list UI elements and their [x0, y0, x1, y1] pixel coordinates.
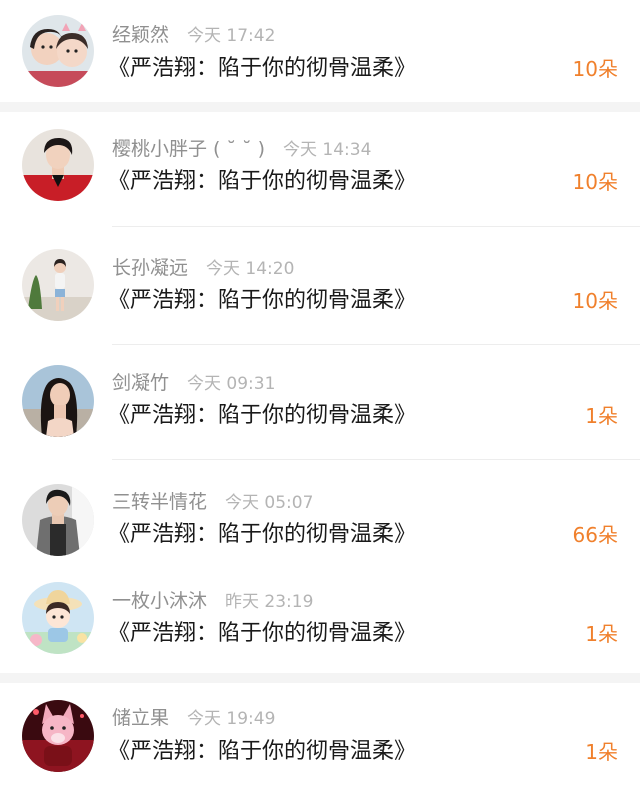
list-item[interactable]: 樱桃小胖子 ( ˘ ˘ ) 今天 14:34 《严浩翔：陷于你的彻骨温柔》 10朵 [0, 112, 640, 227]
sender-name[interactable]: 储立果 [112, 707, 169, 729]
list-item[interactable]: 长孙凝远 今天 14:20 《严浩翔：陷于你的彻骨温柔》 10朵 [0, 227, 640, 345]
girl-full-body-avatar-icon [22, 249, 94, 321]
sent-time: 昨天 23:19 [225, 592, 314, 612]
work-title[interactable]: 《严浩翔：陷于你的彻骨温柔》 [108, 52, 416, 86]
avatar[interactable] [22, 129, 94, 201]
sent-time: 今天 14:20 [206, 259, 295, 279]
sender-meta: 长孙凝远 今天 14:20 [112, 253, 294, 283]
sender-meta: 剑凝竹 今天 09:31 [112, 368, 275, 398]
work-title[interactable]: 《严浩翔：陷于你的彻骨温柔》 [108, 518, 416, 552]
list-item[interactable]: 一枚小沐沐 昨天 23:19 《严浩翔：陷于你的彻骨温柔》 1朵 [0, 570, 640, 673]
sender-meta: 储立果 今天 19:49 [112, 703, 275, 733]
flower-count: 10朵 [572, 289, 618, 313]
girl-long-hair-avatar-icon [22, 365, 94, 437]
flower-count: 66朵 [572, 523, 618, 547]
flower-count: 1朵 [585, 740, 618, 764]
avatar[interactable] [22, 365, 94, 437]
boy-red-shirt-avatar-icon [22, 129, 94, 201]
sender-name[interactable]: 一枚小沐沐 [112, 590, 207, 612]
boy-coat-avatar-icon [22, 484, 94, 556]
avatar[interactable] [22, 249, 94, 321]
list-item[interactable]: 剑凝竹 今天 09:31 《严浩翔：陷于你的彻骨温柔》 1朵 [0, 345, 640, 460]
flower-count: 10朵 [572, 170, 618, 194]
list-item[interactable]: 三转半情花 今天 05:07 《严浩翔：陷于你的彻骨温柔》 66朵 [0, 460, 640, 570]
two-girls-selfie-avatar-icon [22, 15, 94, 87]
cartoon-girl-hat-avatar-icon [22, 582, 94, 654]
avatar[interactable] [22, 700, 94, 772]
work-title[interactable]: 《严浩翔：陷于你的彻骨温柔》 [108, 284, 416, 318]
work-title[interactable]: 《严浩翔：陷于你的彻骨温柔》 [108, 165, 416, 199]
avatar[interactable] [22, 582, 94, 654]
list-item[interactable]: 储立果 今天 19:49 《严浩翔：陷于你的彻骨温柔》 1朵 [0, 683, 640, 788]
sender-name[interactable]: 樱桃小胖子 ( ˘ ˘ ) [112, 138, 265, 160]
work-title[interactable]: 《严浩翔：陷于你的彻骨温柔》 [108, 399, 416, 433]
sender-meta: 樱桃小胖子 ( ˘ ˘ ) 今天 14:34 [112, 134, 371, 164]
sender-name[interactable]: 经颖然 [112, 24, 169, 46]
flower-count: 10朵 [572, 57, 618, 81]
list-item[interactable]: 经颖然 今天 17:42 《严浩翔：陷于你的彻骨温柔》 10朵 [0, 0, 640, 102]
avatar[interactable] [22, 15, 94, 87]
sender-name[interactable]: 三转半情花 [112, 491, 207, 513]
sender-meta: 经颖然 今天 17:42 [112, 20, 275, 50]
sent-time: 今天 19:49 [187, 709, 276, 729]
flower-count: 1朵 [585, 622, 618, 646]
sender-meta: 三转半情花 今天 05:07 [112, 487, 313, 517]
sent-time: 今天 14:34 [282, 140, 372, 160]
flower-count: 1朵 [585, 404, 618, 428]
sent-time: 今天 05:07 [225, 493, 314, 513]
avatar[interactable] [22, 484, 94, 556]
work-title[interactable]: 《严浩翔：陷于你的彻骨温柔》 [108, 735, 416, 769]
sender-name[interactable]: 剑凝竹 [112, 372, 169, 394]
sender-meta: 一枚小沐沐 昨天 23:19 [112, 586, 313, 616]
sender-name[interactable]: 长孙凝远 [112, 257, 188, 279]
pink-fox-character-avatar-icon [22, 700, 94, 772]
work-title[interactable]: 《严浩翔：陷于你的彻骨温柔》 [108, 617, 416, 651]
sent-time: 今天 17:42 [187, 26, 276, 46]
gift-record-list: 经颖然 今天 17:42 《严浩翔：陷于你的彻骨温柔》 10朵 樱桃小胖子 ( ˘… [0, 0, 640, 788]
sent-time: 今天 09:31 [187, 374, 276, 394]
